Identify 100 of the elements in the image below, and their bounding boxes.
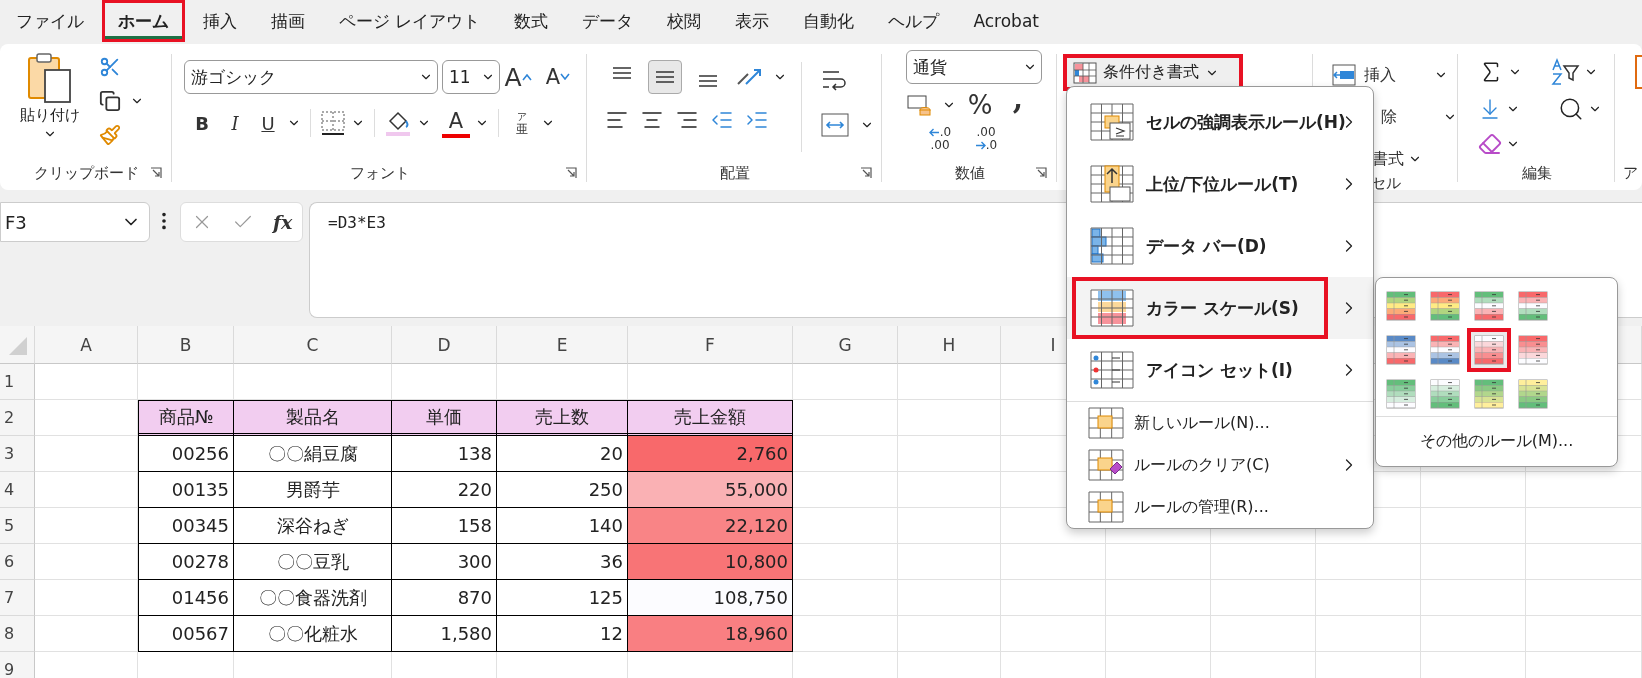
table-cell: 125 xyxy=(497,580,628,616)
ribbon-tab[interactable]: Acrobat xyxy=(957,0,1055,42)
italic-button[interactable]: I xyxy=(221,108,249,138)
insert-button[interactable]: 挿入 xyxy=(1364,60,1396,90)
ribbon-tab[interactable]: ホーム xyxy=(102,0,185,42)
row-header[interactable]: 2 xyxy=(0,400,35,436)
menu-item[interactable]: ルールの管理(R)... xyxy=(1067,486,1373,528)
table-cell: 男爵芋 xyxy=(234,472,392,508)
comma-style-button[interactable]: , xyxy=(1004,90,1032,120)
format-painter-icon[interactable] xyxy=(99,124,121,146)
table-cell: 00135 xyxy=(138,472,234,508)
borders-icon[interactable] xyxy=(320,110,346,136)
group-label: 編集 xyxy=(1521,163,1552,183)
row-header[interactable]: 4 xyxy=(0,472,35,508)
ribbon-tab[interactable]: 自動化 xyxy=(787,0,871,42)
decrease-decimal-button[interactable]: .00 .0 xyxy=(972,124,1000,154)
column-header[interactable]: C xyxy=(234,326,392,364)
table-cell: 〇〇絹豆腐 xyxy=(234,436,392,472)
delete-button[interactable]: 除 xyxy=(1375,102,1403,132)
insert-function-button[interactable]: fx xyxy=(272,211,293,233)
shrink-font-button[interactable]: A xyxy=(544,62,572,92)
eraser-icon[interactable] xyxy=(1478,132,1502,156)
menu-item[interactable]: データ バー(D) xyxy=(1067,215,1373,277)
group-label: クリップボード xyxy=(33,163,139,183)
font-name-select[interactable]: 游ゴシック xyxy=(184,60,438,94)
ribbon-tab[interactable]: 描画 xyxy=(255,0,321,42)
group-label: 数値 xyxy=(954,163,985,183)
table-cell: 300 xyxy=(392,544,497,580)
accounting-format-icon[interactable] xyxy=(906,93,932,117)
column-header[interactable]: B xyxy=(138,326,234,364)
cut-icon[interactable] xyxy=(99,56,121,78)
color-scale-icon xyxy=(1386,291,1416,321)
copy-icon[interactable] xyxy=(99,90,121,112)
menu-item[interactable]: セルの強調表示ルール(H) xyxy=(1067,91,1373,153)
table-cell: 10,800 xyxy=(628,544,793,580)
conditional-format-icon xyxy=(1073,61,1097,84)
ribbon-tab[interactable]: 校閲 xyxy=(651,0,718,42)
table-header-cell: 単価 xyxy=(392,400,497,436)
dialog-launcher-icon[interactable] xyxy=(1035,167,1047,179)
table-cell: 00567 xyxy=(138,616,234,652)
dialog-launcher-icon[interactable] xyxy=(860,167,872,179)
table-cell: 12 xyxy=(497,616,628,652)
sort-filter-icon[interactable] xyxy=(1550,58,1580,86)
paste-button[interactable]: 貼り付け xyxy=(14,52,86,156)
search-icon[interactable] xyxy=(1558,96,1584,122)
row-header[interactable]: 6 xyxy=(0,544,35,580)
row-header[interactable]: 7 xyxy=(0,580,35,616)
color-scale-icon xyxy=(1386,335,1416,365)
color-scale-icon xyxy=(1518,379,1548,409)
phonetic-guide-button[interactable]: ア 亜 xyxy=(508,108,536,138)
percent-button[interactable]: % xyxy=(966,90,994,120)
increase-decimal-button[interactable]: .0 .00 xyxy=(926,124,954,154)
underline-button[interactable]: U xyxy=(254,108,282,138)
table-cell: 138 xyxy=(392,436,497,472)
table-header-cell: 売上金額 xyxy=(628,400,793,436)
table-cell: 〇〇豆乳 xyxy=(234,544,392,580)
color-scale-icon xyxy=(1474,291,1504,321)
color-scale-option[interactable] xyxy=(1467,328,1511,372)
font-color-button[interactable]: A xyxy=(442,108,470,138)
bold-button[interactable]: B xyxy=(188,108,216,138)
color-scale-icon xyxy=(1474,335,1504,365)
column-header[interactable]: G xyxy=(793,326,898,364)
fill-color-icon[interactable] xyxy=(384,109,412,137)
ribbon-tab[interactable]: データ xyxy=(566,0,650,42)
ribbon-tab[interactable]: ページ レイアウト xyxy=(323,0,497,42)
table-cell: 1,580 xyxy=(392,616,497,652)
ribbon-tab[interactable]: 挿入 xyxy=(187,0,253,42)
dialog-launcher-icon[interactable] xyxy=(565,167,577,179)
row-header[interactable]: 1 xyxy=(0,364,35,400)
menu-item[interactable]: ルールのクリア(C) xyxy=(1067,444,1373,486)
name-box[interactable]: F3 xyxy=(0,202,150,242)
dialog-launcher-icon[interactable] xyxy=(150,167,162,179)
merge-center-icon[interactable] xyxy=(820,112,850,138)
ribbon-tab[interactable]: 数式 xyxy=(498,0,565,42)
menu-item[interactable]: カラー スケール(S) xyxy=(1067,277,1373,339)
row-header[interactable]: 8 xyxy=(0,616,35,652)
row-header[interactable]: 9 xyxy=(0,652,35,678)
column-header[interactable]: E xyxy=(497,326,628,364)
ribbon-tab[interactable]: ヘルプ xyxy=(872,0,956,42)
column-header[interactable]: H xyxy=(898,326,1001,364)
menu-item[interactable]: 新しいルール(N)... xyxy=(1067,402,1373,444)
table-cell: 250 xyxy=(497,472,628,508)
bottom-align-icon xyxy=(698,75,718,87)
column-header[interactable]: F xyxy=(628,326,793,364)
font-size-select[interactable]: 11 xyxy=(442,60,500,94)
left-arrow-icon xyxy=(928,128,940,137)
ribbon-tab[interactable]: 表示 xyxy=(719,0,786,42)
group-label: 配置 xyxy=(719,163,750,183)
databar-rule-icon xyxy=(1090,227,1134,265)
insert-cells-icon[interactable] xyxy=(1332,64,1356,86)
more-rules-link[interactable]: その他のルール(M)... xyxy=(1376,416,1617,466)
number-format-select[interactable]: 通貨 xyxy=(906,50,1042,84)
ribbon-tab[interactable]: ファイル xyxy=(0,0,100,42)
column-header[interactable]: A xyxy=(35,326,138,364)
column-header[interactable]: D xyxy=(392,326,497,364)
topbottom-rule-icon xyxy=(1090,165,1134,203)
grow-font-button[interactable]: A xyxy=(504,62,532,92)
row-header[interactable]: 5 xyxy=(0,508,35,544)
table-cell: 00256 xyxy=(138,436,234,472)
row-header[interactable]: 3 xyxy=(0,436,35,472)
